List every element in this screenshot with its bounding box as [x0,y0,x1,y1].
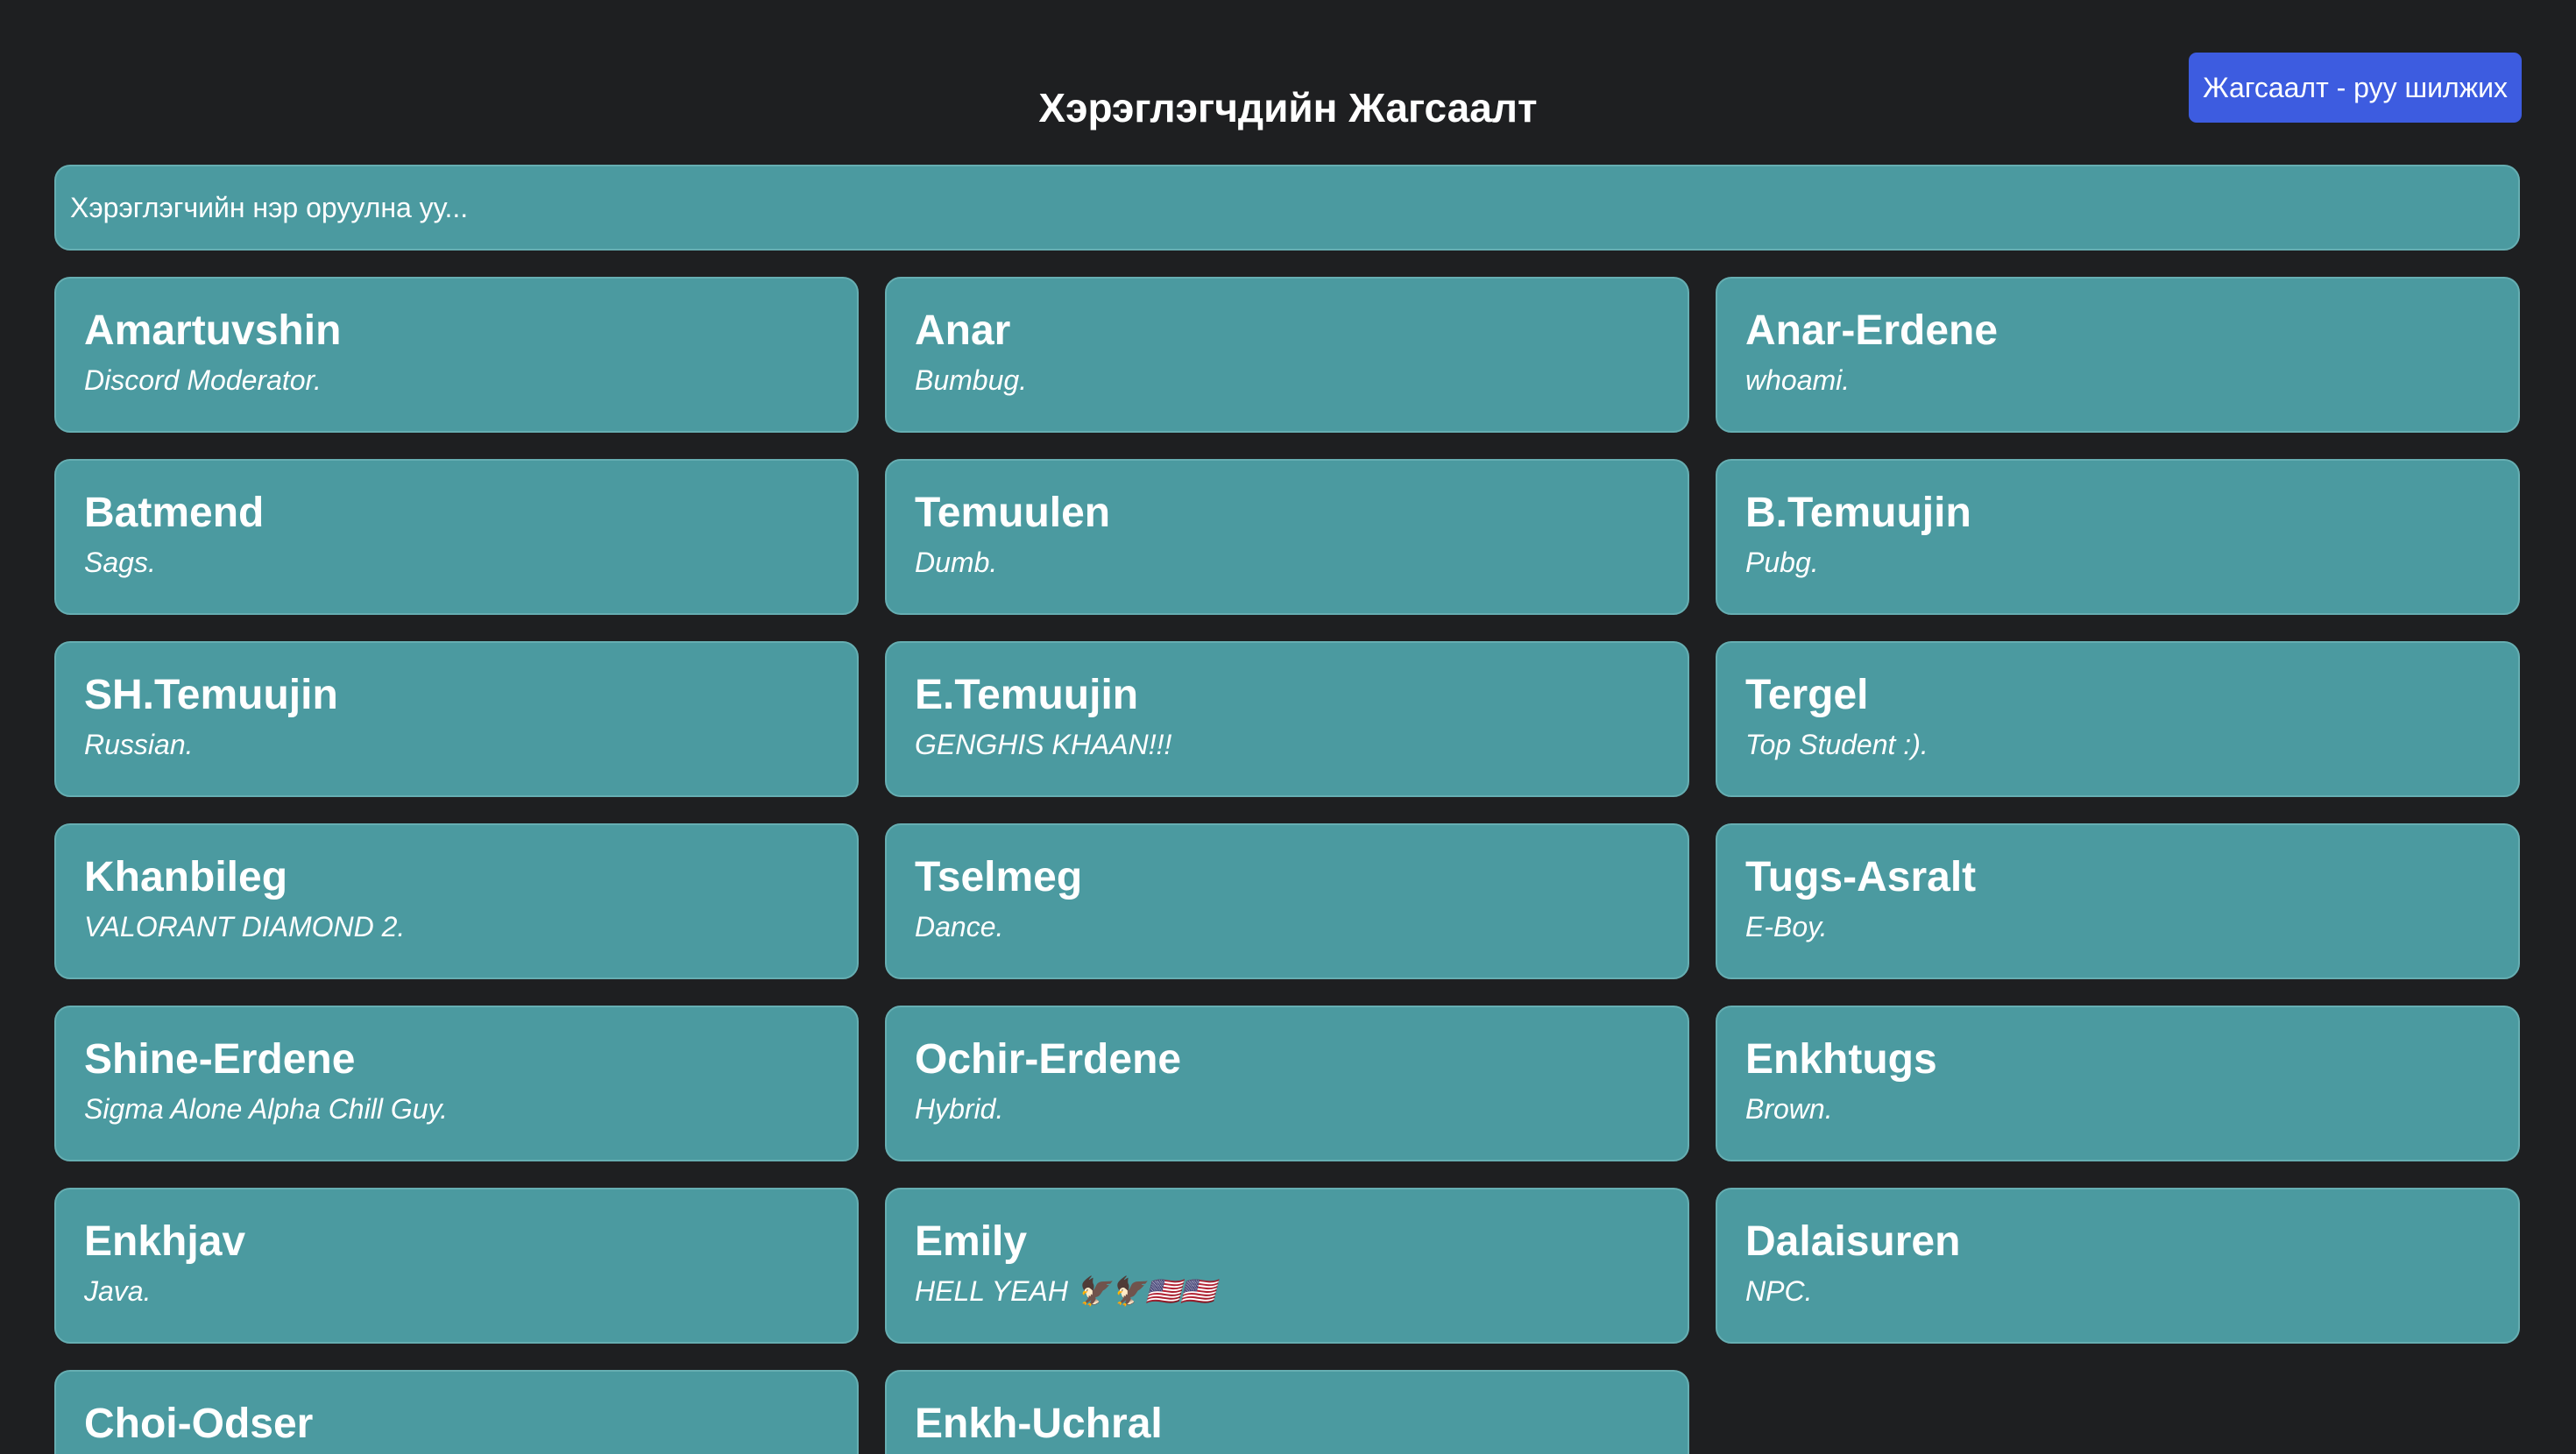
user-name: Enkhtugs [1745,1036,1937,1083]
user-name: Enkh-Uchral [915,1401,1163,1447]
user-status: Top Student :). [1745,729,1928,760]
user-name: Anar [915,307,1011,354]
user-card[interactable]: Ochir-Erdene Hybrid. [885,1006,1689,1161]
user-status: Bumbug. [915,364,1028,396]
user-card[interactable]: Dalaisuren NPC. [1716,1188,2520,1344]
user-name: Choi-Odser [84,1401,314,1447]
user-status: Dance. [915,911,1004,942]
user-status: whoami. [1745,364,1851,396]
user-status: Russian. [84,729,194,760]
user-card[interactable]: Enkh-Uchral [885,1370,1689,1454]
user-status: Pubg. [1745,547,1819,578]
user-card[interactable]: SH.Temuujin Russian. [54,641,859,797]
user-name: Temuulen [915,490,1111,536]
user-card[interactable]: Tergel Top Student :). [1716,641,2520,797]
user-name: Amartuvshin [84,307,342,354]
user-status: Brown. [1745,1093,1833,1125]
user-name: Tugs-Asralt [1745,854,1977,900]
user-card[interactable]: Batmend Sags. [54,459,859,615]
user-status: Java. [84,1275,152,1307]
user-name: Shine-Erdene [84,1036,356,1083]
user-name: Tergel [1745,672,1869,718]
user-card[interactable]: Anar Bumbug. [885,277,1689,433]
user-card[interactable]: Anar-Erdene whoami. [1716,277,2520,433]
user-name: Anar-Erdene [1745,307,1999,354]
page-title: Хэрэглэгчдийн Жагсаалт [1038,85,1538,131]
user-list-page: Жагсаалт - руу шилжих Хэрэглэгчдийн Жагс… [0,0,2576,1454]
user-status: Sigma Alone Alpha Chill Guy. [84,1093,449,1125]
user-name: Ochir-Erdene [915,1036,1182,1083]
user-status: E-Boy. [1745,911,1828,942]
user-name: Enkhjav [84,1218,246,1265]
user-name: Dalaisuren [1745,1218,1961,1265]
user-card[interactable]: Enkhjav Java. [54,1188,859,1344]
user-status: Sags. [84,547,156,578]
user-status: NPC. [1745,1275,1813,1307]
user-name: E.Temuujin [915,672,1139,718]
user-status: GENGHIS KHAAN!!! [915,729,1172,760]
user-card[interactable]: Amartuvshin Discord Moderator. [54,277,859,433]
user-card[interactable]: B.Temuujin Pubg. [1716,459,2520,615]
user-card[interactable]: E.Temuujin GENGHIS KHAAN!!! [885,641,1689,797]
user-card-grid: Amartuvshin Discord Moderator. Anar Bumb… [54,277,2520,1454]
user-card[interactable]: Shine-Erdene Sigma Alone Alpha Chill Guy… [54,1006,859,1161]
user-card[interactable]: Tselmeg Dance. [885,823,1689,979]
user-status: VALORANT DIAMOND 2. [84,911,406,942]
user-status: HELL YEAH 🦅🦅🇺🇸🇺🇸 [915,1275,1216,1307]
user-name: Batmend [84,490,265,536]
user-name: Khanbileg [84,854,288,900]
user-name: Tselmeg [915,854,1083,900]
user-name: Emily [915,1218,1028,1265]
user-card[interactable]: Enkhtugs Brown. [1716,1006,2520,1161]
user-status: Hybrid. [915,1093,1004,1125]
user-card[interactable]: Emily HELL YEAH 🦅🦅🇺🇸🇺🇸 [885,1188,1689,1344]
user-card[interactable]: Tugs-Asralt E-Boy. [1716,823,2520,979]
user-card[interactable]: Choi-Odser [54,1370,859,1454]
user-name: SH.Temuujin [84,672,338,718]
user-status: Dumb. [915,547,998,578]
user-card[interactable]: Khanbileg VALORANT DIAMOND 2. [54,823,859,979]
user-name: B.Temuujin [1745,490,1971,536]
user-search-input[interactable] [54,165,2520,251]
user-card[interactable]: Temuulen Dumb. [885,459,1689,615]
user-status: Discord Moderator. [84,364,322,396]
